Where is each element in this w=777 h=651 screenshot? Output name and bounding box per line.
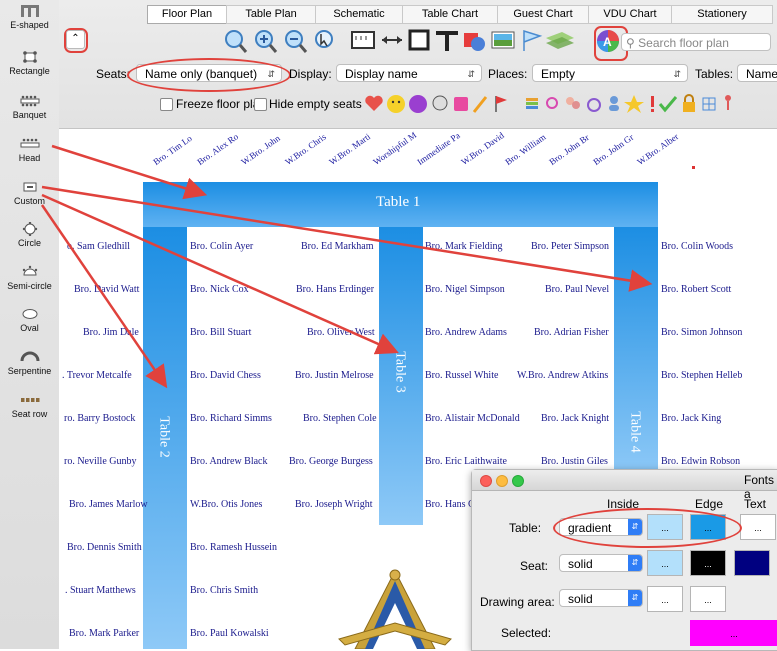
seat-edge-color-button[interactable]: ...	[690, 550, 726, 576]
selected-row-label: Selected:	[501, 626, 552, 640]
drawing-area-style-select[interactable]: solid ⇵	[559, 589, 643, 607]
annotation-arrow	[40, 144, 653, 389]
selected-color-button[interactable]: ...	[690, 620, 777, 646]
drawing-area-edge-color-button[interactable]: ...	[690, 586, 726, 612]
chevron-updown-icon: ⇵	[628, 555, 642, 571]
annotation-highlight	[553, 508, 742, 548]
seat-style-select[interactable]: solid ⇵	[559, 554, 643, 572]
seat-text-color-button[interactable]	[734, 550, 770, 576]
table-row-label: Table:	[509, 521, 542, 535]
table-text-font-button[interactable]: ...	[740, 514, 776, 540]
panel-titlebar: Fonts a	[472, 470, 777, 501]
edge-header: Edge	[695, 497, 724, 511]
seat-inside-color-button[interactable]: ...	[647, 550, 683, 576]
fonts-and-colours-panel: Fonts a Inside Edge Text Table: gradient…	[471, 469, 777, 651]
zoom-window-icon[interactable]	[512, 475, 524, 487]
close-window-icon[interactable]	[480, 475, 492, 487]
text-header: Text	[744, 497, 767, 511]
chevron-updown-icon: ⇵	[628, 590, 642, 606]
seat-row-label: Seat:	[520, 559, 549, 573]
drawing-area-inside-color-button[interactable]: ...	[647, 586, 683, 612]
minimize-window-icon[interactable]	[496, 475, 508, 487]
drawing-area-row-label: Drawing area:	[480, 595, 555, 609]
